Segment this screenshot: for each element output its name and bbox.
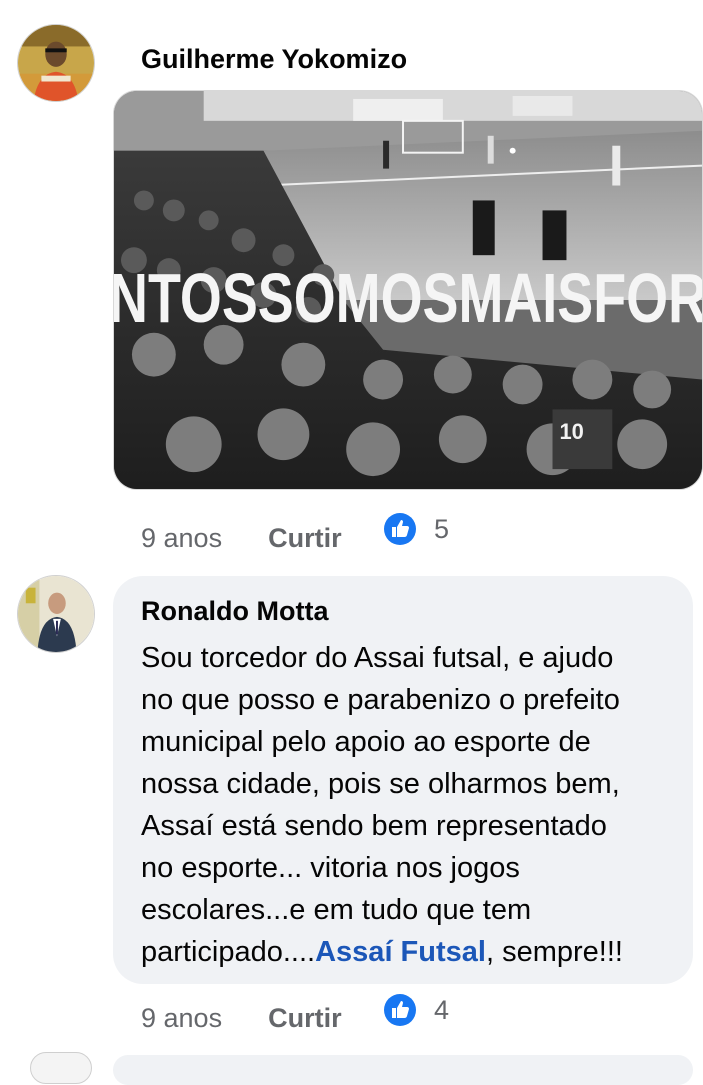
like-button[interactable]: Curtir	[268, 523, 342, 554]
comment-text-line: nossa cidade, pois se olharmos bem,	[141, 768, 620, 800]
comment-author[interactable]: Guilherme Yokomizo	[141, 44, 407, 75]
photo-overlay-text: NTOSSOMOSMAISFOR	[114, 259, 702, 337]
jersey-number: 10	[559, 419, 583, 444]
comment-actions: 9 anos Curtir	[141, 998, 342, 1038]
comment-bubble: Ronaldo Motta Sou torcedor do Assai futs…	[113, 576, 693, 984]
last-line-prefix: participado....	[141, 936, 316, 968]
comment-time[interactable]: 9 anos	[141, 523, 222, 554]
comment-text-line: no que posso e parabenizo o prefeito	[141, 684, 620, 716]
reaction-count: 5	[434, 513, 450, 544]
last-line-suffix: , sempre!!!	[485, 936, 623, 968]
avatar-guilherme[interactable]	[17, 24, 95, 102]
comment-author[interactable]: Ronaldo Motta	[141, 596, 328, 627]
like-thumb-icon	[384, 513, 416, 545]
comment-text-line: Sou torcedor do Assai futsal, e ajudo	[141, 642, 614, 674]
comment-actions: 9 anos Curtir	[141, 518, 342, 558]
comment-photo[interactable]: 10 NTOSSOMOSMAISFOR	[113, 90, 703, 490]
comment-text-line: no esporte... vitoria nos jogos	[141, 852, 520, 884]
comment-text-line: Assaí está sendo bem representado	[141, 810, 607, 842]
comment-time[interactable]: 9 anos	[141, 1003, 222, 1034]
mention-link[interactable]: Assaí Futsal	[315, 936, 486, 968]
reaction-summary[interactable]: 5	[384, 513, 449, 545]
next-comment-avatar[interactable]	[30, 1052, 92, 1084]
reaction-summary[interactable]: 4	[384, 994, 449, 1026]
avatar-image	[18, 25, 94, 101]
like-thumb-icon	[384, 994, 416, 1026]
comment-text-line: municipal pelo apoio ao esporte de	[141, 726, 591, 758]
like-button[interactable]: Curtir	[268, 1003, 342, 1034]
avatar-image	[18, 576, 94, 652]
futsal-crowd-photo: 10 NTOSSOMOSMAISFOR	[114, 91, 702, 489]
comment-text-line: escolares...e em tudo que tem	[141, 894, 532, 926]
avatar-ronaldo[interactable]	[17, 575, 95, 653]
reaction-count: 4	[434, 994, 450, 1025]
comment-text: Sou torcedor do Assai futsal, e ajudo no…	[141, 637, 687, 973]
comment-text-last-line: participado....Assaí Futsal, sempre!!!	[141, 931, 687, 973]
